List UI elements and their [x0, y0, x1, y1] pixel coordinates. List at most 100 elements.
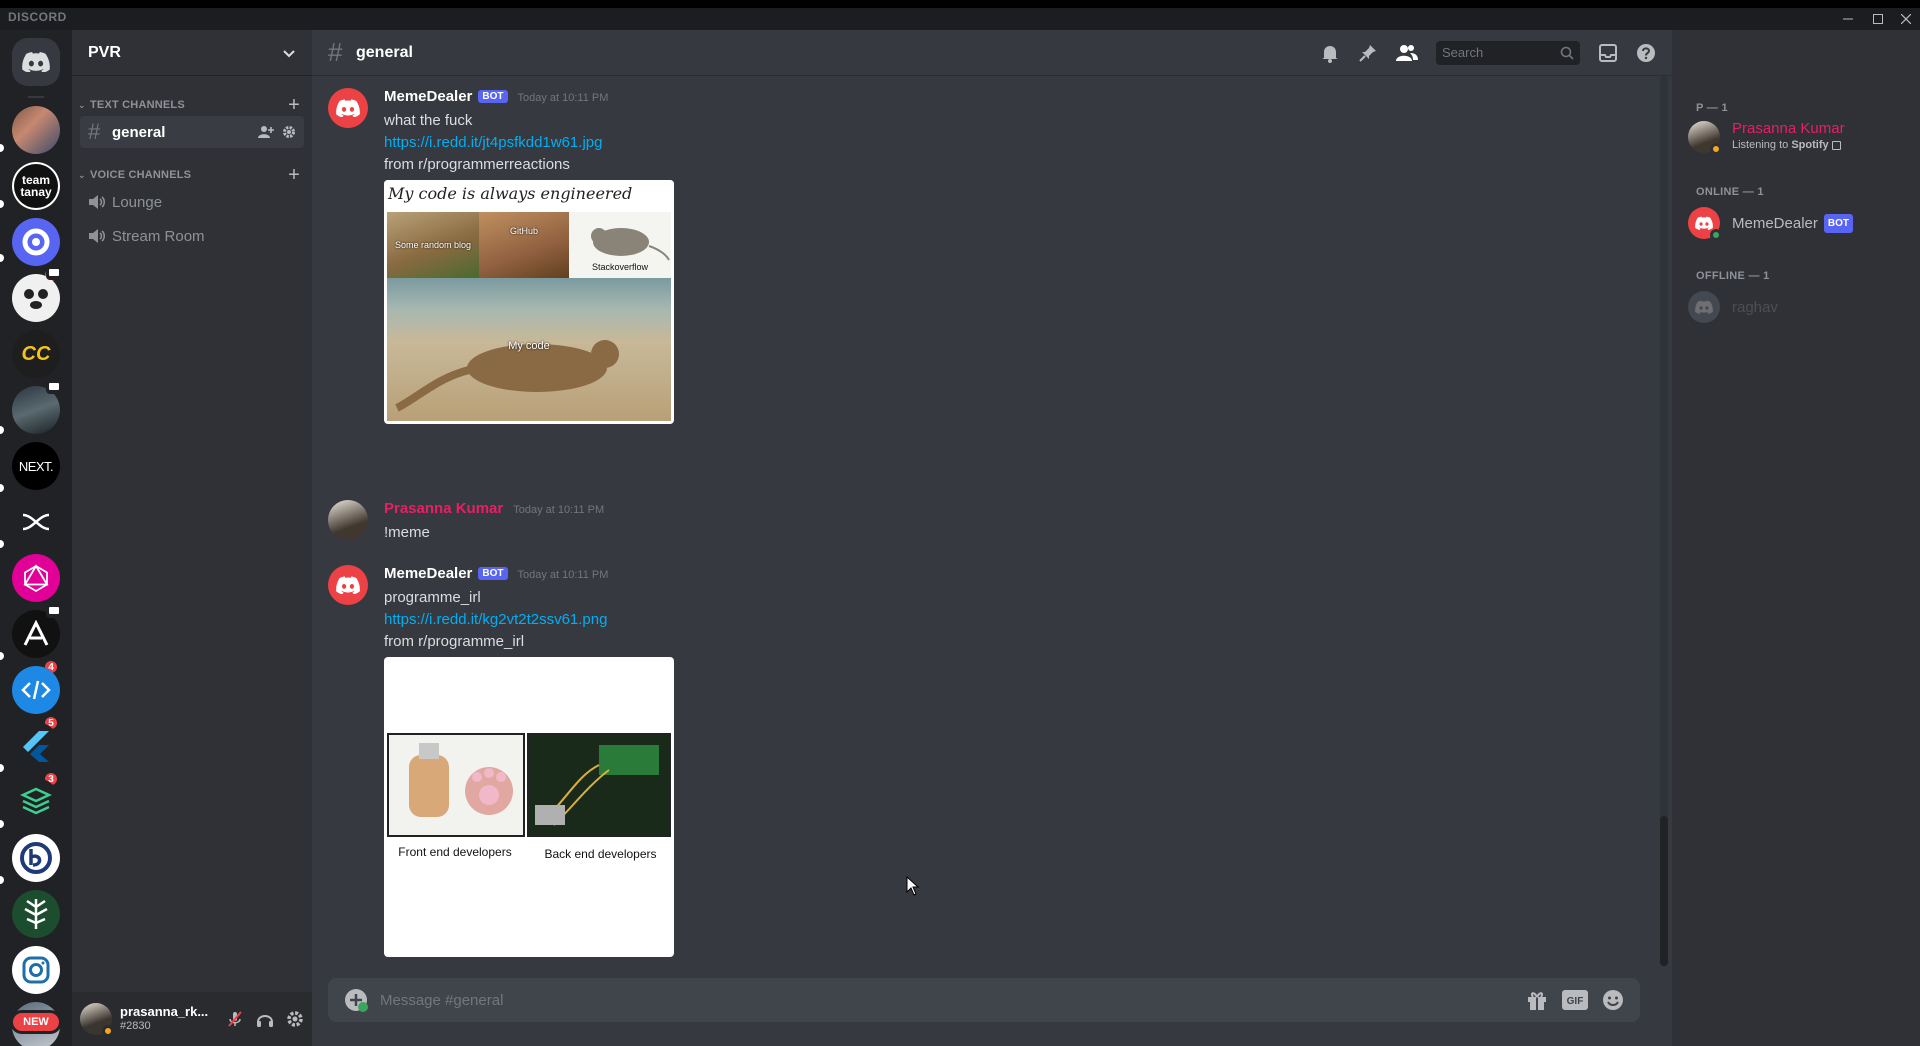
server-icon-panda[interactable] — [12, 274, 60, 322]
category-label: TEXT CHANNELS — [90, 99, 185, 111]
channel-title: general — [356, 43, 413, 61]
unread-pill — [0, 144, 4, 152]
chevron-down-icon[interactable] — [282, 46, 296, 60]
message-composer[interactable]: Message #general GIF — [328, 978, 1640, 1022]
meme-label: Stackoverflow — [591, 262, 649, 272]
new-servers-badge: NEW — [10, 1010, 62, 1034]
chat-area: # general Search MemeDealer BOT Today at… — [312, 30, 1672, 1046]
meme-caption: My code is always engineered — [384, 180, 674, 212]
server-rail: team tanay 2 CC NEXT. 4 5 3 — [0, 30, 72, 1046]
maximize-icon[interactable] — [1864, 8, 1892, 30]
member-item[interactable]: Prasanna Kumar Listening to Spotify — [1688, 116, 1912, 158]
inbox-icon[interactable] — [1598, 43, 1618, 63]
server-icon-photo[interactable] — [12, 106, 60, 154]
bot-tag: BOT — [478, 90, 508, 103]
channel-lounge[interactable]: Lounge — [80, 186, 304, 218]
unread-pill — [0, 426, 4, 434]
server-icon-instagram[interactable] — [12, 946, 60, 994]
member-name: raghav — [1732, 298, 1778, 316]
server-icon-tree[interactable] — [12, 890, 60, 938]
discord-logo-icon — [336, 99, 360, 117]
member-list-icon[interactable] — [1396, 43, 1418, 63]
message-author[interactable]: Prasanna Kumar — [384, 500, 503, 517]
message-input[interactable]: Message #general — [380, 992, 1526, 1009]
avatar[interactable] — [328, 500, 368, 540]
hash-icon: # — [88, 119, 101, 144]
screen-share-icon — [46, 380, 62, 394]
message-author[interactable]: MemeDealer — [384, 88, 472, 105]
gift-icon[interactable] — [1526, 989, 1548, 1011]
emoji-icon[interactable] — [1602, 989, 1624, 1011]
unread-pill — [0, 876, 4, 884]
upload-plus-icon[interactable] — [344, 988, 368, 1012]
minimize-icon[interactable] — [1834, 8, 1862, 30]
member-item[interactable]: raghav — [1688, 286, 1912, 328]
meme-panel: Some random blog — [387, 212, 479, 278]
meme-panel — [527, 733, 671, 837]
avatar[interactable] — [328, 88, 368, 128]
screen-share-icon — [46, 266, 62, 280]
message-text: what the fuck — [384, 112, 473, 129]
create-channel-icon[interactable]: + — [288, 95, 300, 115]
server-icon-next[interactable]: NEXT. — [12, 442, 60, 490]
user-settings-gear-icon[interactable] — [286, 1010, 304, 1028]
bell-icon[interactable] — [1320, 43, 1340, 63]
headphones-icon[interactable] — [256, 1010, 274, 1028]
close-icon[interactable] — [1892, 8, 1920, 30]
server-icon-stack[interactable] — [12, 778, 60, 826]
gear-icon[interactable] — [282, 125, 296, 139]
server-icon-team-tanay[interactable]: team tanay — [12, 162, 60, 210]
create-channel-icon[interactable]: + — [288, 165, 300, 185]
scrollbar[interactable] — [1660, 76, 1668, 966]
app-brand: DISCORD — [8, 10, 67, 24]
server-icon-blue[interactable] — [12, 218, 60, 266]
pin-icon[interactable] — [1358, 43, 1378, 63]
avatar[interactable] — [80, 1003, 114, 1037]
bot-tag: BOT — [1823, 213, 1853, 233]
home-button[interactable] — [12, 38, 60, 86]
meme-image[interactable]: My code is always engineered Some random… — [384, 180, 674, 424]
search-placeholder: Search — [1442, 45, 1484, 60]
message-link[interactable]: https://i.redd.it/kg2vt2t2ssv61.png — [384, 609, 1284, 631]
hash-icon: # — [328, 37, 343, 67]
server-icon-graphql[interactable] — [12, 554, 60, 602]
speaker-icon — [88, 228, 112, 244]
meme-label: Some random blog — [394, 240, 472, 250]
scrollbar-thumb[interactable] — [1660, 816, 1668, 966]
member-list: P — 1 Prasanna Kumar Listening to Spotif… — [1672, 30, 1920, 1046]
avatar — [1688, 207, 1722, 241]
guild-name: PVR — [88, 43, 121, 61]
guild-header[interactable]: PVR — [72, 30, 312, 76]
unread-pill — [0, 484, 4, 492]
server-icon-x[interactable] — [12, 498, 60, 546]
avatar — [1688, 121, 1722, 155]
message-timestamp: Today at 10:11 PM — [517, 92, 609, 104]
message-link[interactable]: https://i.redd.it/jt4psfkdd1w61.jpg — [384, 132, 1284, 154]
server-icon-b[interactable] — [12, 834, 60, 882]
username: prasanna_rk... — [120, 1004, 209, 1019]
channel-general[interactable]: # general — [80, 116, 304, 148]
message-text: programme_irl — [384, 589, 481, 606]
member-name: Prasanna Kumar — [1732, 120, 1845, 137]
member-group-title: ONLINE — 1 — [1696, 186, 1764, 198]
meme-image[interactable]: Front end developers Back end developers — [384, 657, 674, 957]
channel-stream-room[interactable]: Stream Room — [80, 220, 304, 252]
invite-icon[interactable] — [258, 125, 274, 139]
mute-mic-icon[interactable] — [226, 1010, 244, 1028]
status-idle-icon — [102, 1025, 114, 1037]
member-item[interactable]: MemeDealer BOT — [1688, 202, 1912, 244]
unread-pill — [0, 652, 4, 660]
search-input[interactable]: Search — [1436, 40, 1580, 65]
category-voice-channels[interactable]: ⌄ VOICE CHANNELS + — [78, 165, 300, 185]
server-icon-code[interactable] — [12, 666, 60, 714]
category-text-channels[interactable]: ⌄ TEXT CHANNELS + — [78, 95, 300, 115]
meme-panel: My code — [387, 278, 671, 421]
server-icon-cc[interactable]: CC — [12, 330, 60, 378]
avatar[interactable] — [328, 565, 368, 605]
meme-label: GitHub — [509, 226, 538, 236]
help-icon[interactable] — [1636, 43, 1656, 63]
gif-icon[interactable]: GIF — [1562, 990, 1588, 1010]
message-author[interactable]: MemeDealer — [384, 565, 472, 582]
server-icon-flutter[interactable] — [12, 722, 60, 770]
discord-logo-icon — [1695, 300, 1713, 314]
